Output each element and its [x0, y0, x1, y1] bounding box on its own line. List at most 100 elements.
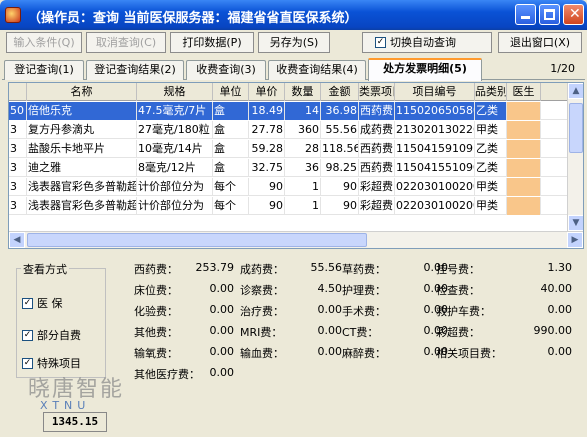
cell-fee-type[interactable]: 彩超费 [359, 197, 395, 215]
cell-name[interactable]: 迪之雅 [27, 159, 137, 177]
partial-self-pay-checkbox[interactable]: ✓ [22, 329, 33, 341]
cell-category[interactable]: 乙类 [475, 159, 507, 177]
cell-spec[interactable]: 27毫克/180粒 [137, 121, 213, 139]
cell-amount[interactable]: 55.56 [321, 121, 359, 139]
cell-unit[interactable]: 盒 [213, 102, 249, 120]
table-row[interactable]: 50 倍他乐克 47.5毫克/7片盒 18.49 14 36.98 西药费 115020650… [9, 102, 569, 120]
cell-name[interactable]: 盐酸乐卡地平片 [27, 140, 137, 158]
insurance-checkbox[interactable]: ✓ [22, 297, 33, 309]
maximize-button[interactable] [539, 4, 560, 25]
cell-unit[interactable]: 盒 [213, 159, 249, 177]
cell-price[interactable]: 18.49 [249, 102, 285, 120]
cell-name[interactable]: 浅表器官彩色多普勒超 [27, 197, 137, 215]
title-bar[interactable]: （操作员：查询 当前医保服务器：福建省省直医保系统） ✕ [0, 0, 587, 30]
header-price[interactable]: 单价 [249, 83, 285, 101]
cell-amount[interactable]: 90 [321, 178, 359, 196]
scroll-down-icon[interactable]: ▼ [568, 215, 583, 231]
header-qty[interactable]: 数量 [285, 83, 321, 101]
scroll-up-icon[interactable]: ▲ [568, 83, 583, 99]
cell-spec[interactable]: 47.5毫克/7片 [137, 102, 213, 120]
cancel-query-button[interactable]: 取消查询(C) [86, 32, 166, 53]
cell-idx[interactable]: 50 [9, 102, 27, 120]
cell-doctor[interactable] [507, 140, 541, 158]
exit-window-button[interactable]: 退出窗口(X) [498, 32, 582, 53]
cell-fee-type[interactable]: 西药费 [359, 159, 395, 177]
cell-spec[interactable]: 计价部位分为 [137, 197, 213, 215]
view-mode-insurance[interactable]: ✓ 医 保 [22, 295, 63, 311]
cell-code[interactable]: 11504159109163 [395, 140, 475, 158]
cell-amount[interactable]: 90 [321, 197, 359, 215]
cell-spec[interactable]: 8毫克/12片 [137, 159, 213, 177]
cell-doctor[interactable] [507, 159, 541, 177]
cell-idx[interactable]: 3 [9, 178, 27, 196]
horizontal-scroll-thumb[interactable] [27, 233, 367, 247]
cell-price[interactable]: 59.28 [249, 140, 285, 158]
cell-price[interactable]: 32.75 [249, 159, 285, 177]
scroll-left-icon[interactable]: ◀ [9, 232, 25, 248]
tab-register-query[interactable]: 登记查询(1) [4, 60, 84, 80]
cell-amount[interactable]: 36.98 [321, 102, 359, 120]
cell-name[interactable]: 复方丹参滴丸 [27, 121, 137, 139]
header-name[interactable]: 名称 [27, 83, 137, 101]
cell-code[interactable]: 11504155109064 [395, 159, 475, 177]
cell-qty[interactable]: 14 [285, 102, 321, 120]
cell-amount[interactable]: 98.25 [321, 159, 359, 177]
view-mode-partial-self-pay[interactable]: ✓ 部分自费 [22, 327, 81, 343]
header-spec[interactable]: 规格 [137, 83, 213, 101]
header-doctor[interactable]: 医生 [507, 83, 541, 101]
tab-fee-query[interactable]: 收费查询(3) [186, 60, 266, 80]
cell-code[interactable]: 022030100200 [395, 178, 475, 196]
cell-price[interactable]: 90 [249, 178, 285, 196]
header-amount[interactable]: 金额 [321, 83, 359, 101]
cell-doctor[interactable] [507, 121, 541, 139]
auto-query-checkbox[interactable]: ✓ [375, 36, 386, 48]
horizontal-scrollbar[interactable]: ◀ ▶ [9, 231, 583, 248]
cell-fee-type[interactable]: 西药费 [359, 140, 395, 158]
cell-idx[interactable]: 3 [9, 121, 27, 139]
header-fee-type[interactable]: 类票项目 [359, 83, 395, 101]
cell-unit[interactable]: 盒 [213, 140, 249, 158]
cell-fee-type[interactable]: 西药费 [359, 102, 395, 120]
cell-category[interactable]: 甲类 [475, 121, 507, 139]
close-button[interactable]: ✕ [563, 4, 584, 25]
save-as-button[interactable]: 另存为(S) [258, 32, 330, 53]
header-category[interactable]: 品类别 [475, 83, 507, 101]
minimize-button[interactable] [515, 4, 536, 25]
cell-unit[interactable]: 盒 [213, 121, 249, 139]
cell-doctor[interactable] [507, 197, 541, 215]
cell-doctor[interactable] [507, 178, 541, 196]
cell-category[interactable]: 甲类 [475, 178, 507, 196]
cell-doctor[interactable] [507, 102, 541, 120]
cell-unit[interactable]: 每个 [213, 178, 249, 196]
cell-idx[interactable]: 3 [9, 159, 27, 177]
cell-idx[interactable]: 3 [9, 140, 27, 158]
cell-category[interactable]: 甲类 [475, 197, 507, 215]
header-code[interactable]: 项目编号 [395, 83, 475, 101]
cell-spec[interactable]: 10毫克/14片 [137, 140, 213, 158]
cell-unit[interactable]: 每个 [213, 197, 249, 215]
cell-code[interactable]: 022030100200 [395, 197, 475, 215]
cell-name[interactable]: 倍他乐克 [27, 102, 137, 120]
cell-category[interactable]: 乙类 [475, 102, 507, 120]
tab-prescription-invoice[interactable]: 处方发票明细(5) [368, 58, 482, 81]
print-data-button[interactable]: 打印数据(P) [170, 32, 254, 53]
table-row[interactable]: 3 复方丹参滴丸 27毫克/180粒盒 27.78 360 55.56 成药费 2130201… [9, 121, 569, 139]
cell-category[interactable]: 乙类 [475, 140, 507, 158]
scroll-right-icon[interactable]: ▶ [567, 232, 583, 248]
cell-price[interactable]: 90 [249, 197, 285, 215]
header-unit[interactable]: 单位 [213, 83, 249, 101]
table-row[interactable]: 3迪之雅8毫克/12片盒32.753698.25西药费1150415510906… [9, 159, 569, 177]
cell-fee-type[interactable]: 成药费 [359, 121, 395, 139]
tab-fee-results[interactable]: 收费查询结果(4) [268, 60, 366, 80]
cell-qty[interactable]: 28 [285, 140, 321, 158]
cell-spec[interactable]: 计价部位分为 [137, 178, 213, 196]
prescription-grid[interactable]: 名称 规格 单位 单价 数量 金额 类票项目 项目编号 品类别 医生 50倍他乐… [8, 82, 584, 249]
auto-query-toggle[interactable]: ✓ 切换自动查询 [362, 32, 492, 53]
cell-fee-type[interactable]: 彩超费 [359, 178, 395, 196]
cell-amount[interactable]: 118.56 [321, 140, 359, 158]
cell-code[interactable]: 21302013022624 [395, 121, 475, 139]
cell-idx[interactable]: 3 [9, 197, 27, 215]
cell-name[interactable]: 浅表器官彩色多普勒超 [27, 178, 137, 196]
cell-qty[interactable]: 1 [285, 178, 321, 196]
vertical-scroll-thumb[interactable] [569, 103, 583, 153]
